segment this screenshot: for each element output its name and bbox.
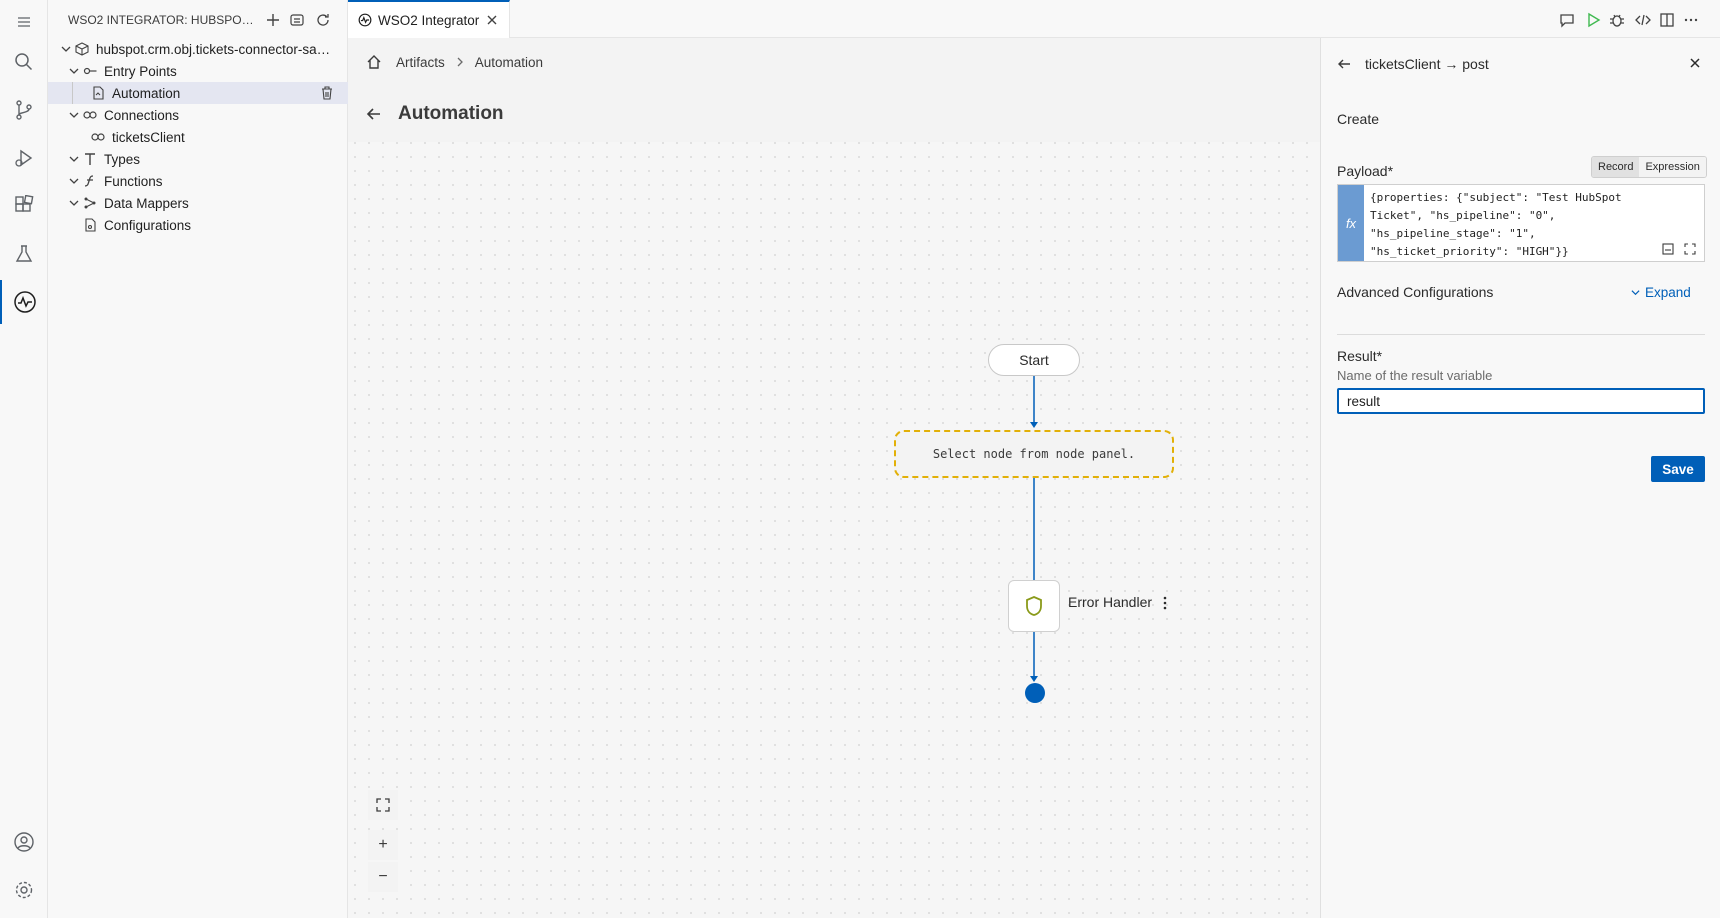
data-mapper-icon xyxy=(82,195,98,211)
code-view-icon[interactable] xyxy=(1634,11,1652,29)
error-handler-text: Error Handler xyxy=(1068,594,1153,610)
type-icon xyxy=(82,151,98,167)
tree-label: Configurations xyxy=(104,217,192,233)
tree-configurations[interactable]: Configurations xyxy=(48,214,348,236)
error-handler-label: Error Handler xyxy=(1068,594,1168,610)
chevron-down-icon xyxy=(66,151,82,167)
menu-icon[interactable] xyxy=(0,0,48,44)
project-name: hubspot.crm.obj.tickets-connector-sample xyxy=(96,41,336,57)
mode-expression-button[interactable]: Expression xyxy=(1639,157,1706,177)
more-actions-icon[interactable] xyxy=(1682,11,1700,29)
panel-title: ticketsClient → post xyxy=(1365,56,1489,72)
result-label: Result* xyxy=(1337,348,1383,364)
editor-tab-bar: WSO2 Integrator xyxy=(348,0,1720,38)
tree-automation[interactable]: Automation xyxy=(48,82,348,104)
tree-data-mappers[interactable]: Data Mappers xyxy=(48,192,348,214)
save-button[interactable]: Save xyxy=(1651,456,1705,482)
tree-indent-guide xyxy=(72,82,73,104)
fit-screen-button[interactable] xyxy=(368,790,398,820)
add-icon[interactable] xyxy=(264,11,282,29)
chevron-down-icon xyxy=(58,41,74,57)
sidebar-title: WSO2 INTEGRATOR: HUBSPOT.CRM.OBJ.TICKETS… xyxy=(68,13,258,27)
chevron-down-icon xyxy=(66,195,82,211)
panel-header: ticketsClient → post xyxy=(1321,38,1720,90)
search-icon[interactable] xyxy=(0,40,48,84)
tree-functions[interactable]: Functions xyxy=(48,170,348,192)
file-icon xyxy=(90,85,106,101)
helper-pane-icon[interactable] xyxy=(1660,241,1676,257)
start-node[interactable]: Start xyxy=(988,344,1080,376)
back-arrow-icon[interactable] xyxy=(1337,57,1351,71)
tree-entry-points[interactable]: Entry Points xyxy=(48,60,348,82)
testing-icon[interactable] xyxy=(0,232,48,276)
account-icon[interactable] xyxy=(0,820,48,864)
run-debug-icon[interactable] xyxy=(0,136,48,180)
config-file-icon xyxy=(82,217,98,233)
node-config-panel: ticketsClient → post Create Payload* Rec… xyxy=(1320,38,1720,918)
split-editor-icon[interactable] xyxy=(1658,11,1676,29)
function-icon xyxy=(82,173,98,189)
tree-label: Types xyxy=(104,151,141,167)
close-icon[interactable] xyxy=(1689,57,1701,69)
wso2-integrator-icon[interactable] xyxy=(0,280,48,324)
extensions-icon[interactable] xyxy=(0,184,48,228)
run-icon[interactable] xyxy=(1584,11,1602,29)
tab-wso2-integrator[interactable]: WSO2 Integrator xyxy=(348,0,510,38)
payload-value[interactable]: {properties: {"subject": "Test HubSpot T… xyxy=(1370,189,1670,261)
tree-label: Entry Points xyxy=(104,63,177,79)
flow-connectors xyxy=(1030,376,1038,682)
delete-icon[interactable] xyxy=(320,85,334,101)
expand-label: Expand xyxy=(1645,285,1691,300)
divider xyxy=(1337,334,1705,335)
flow-canvas[interactable]: Artifacts Automation Automation Start Se… xyxy=(348,38,1320,918)
advanced-config-label: Advanced Configurations xyxy=(1337,284,1494,300)
tree-label: Automation xyxy=(112,85,181,101)
expand-link[interactable]: Expand xyxy=(1631,285,1691,300)
fx-icon: fx xyxy=(1338,185,1364,261)
explorer-sidebar: WSO2 INTEGRATOR: HUBSPOT.CRM.OBJ.TICKETS… xyxy=(48,0,348,918)
entry-point-icon xyxy=(82,63,98,79)
activity-bar xyxy=(0,0,48,918)
link-icon xyxy=(90,129,106,145)
kebab-menu-icon[interactable] xyxy=(1162,596,1168,610)
chevron-down-icon xyxy=(66,173,82,189)
tree-label: Functions xyxy=(104,173,163,189)
tree-label: Connections xyxy=(104,107,180,123)
chevron-down-icon xyxy=(66,63,82,79)
tree-label: ticketsClient xyxy=(112,129,185,145)
tree-tickets-client[interactable]: ticketsClient xyxy=(48,126,348,148)
end-node xyxy=(1025,683,1045,703)
zoom-out-button[interactable]: − xyxy=(368,862,398,892)
chevron-down-icon xyxy=(66,107,82,123)
shield-icon xyxy=(1024,595,1044,617)
payload-label: Payload* xyxy=(1337,163,1394,179)
refresh-icon[interactable] xyxy=(314,11,332,29)
source-control-icon[interactable] xyxy=(0,88,48,132)
section-title: Create xyxy=(1337,111,1380,127)
result-hint: Name of the result variable xyxy=(1337,368,1493,383)
link-icon xyxy=(82,107,98,123)
chevron-down-icon xyxy=(1631,288,1640,297)
result-input[interactable] xyxy=(1337,388,1705,414)
chat-icon[interactable] xyxy=(1558,11,1576,29)
tab-label: WSO2 Integrator xyxy=(378,12,480,28)
payload-editor[interactable]: fx {properties: {"subject": "Test HubSpo… xyxy=(1337,184,1705,262)
debug-icon[interactable] xyxy=(1608,11,1626,29)
tree-label: Data Mappers xyxy=(104,195,189,211)
wso2-integrator-icon xyxy=(358,13,372,27)
error-handler-node[interactable] xyxy=(1008,580,1060,632)
empty-node-placeholder[interactable]: Select node from node panel. xyxy=(894,430,1174,478)
package-icon xyxy=(74,41,90,57)
tree-types[interactable]: Types xyxy=(48,148,348,170)
payload-mode-toggle: Record Expression xyxy=(1591,156,1707,178)
close-tab-icon[interactable] xyxy=(486,14,498,26)
project-root[interactable]: hubspot.crm.obj.tickets-connector-sample xyxy=(48,38,348,60)
open-overview-icon[interactable] xyxy=(288,11,306,29)
zoom-in-button[interactable]: + xyxy=(368,830,398,860)
manage-gear-icon[interactable] xyxy=(0,868,48,912)
expand-editor-icon[interactable] xyxy=(1682,241,1698,257)
tree-connections[interactable]: Connections xyxy=(48,104,348,126)
mode-record-button[interactable]: Record xyxy=(1592,157,1640,177)
